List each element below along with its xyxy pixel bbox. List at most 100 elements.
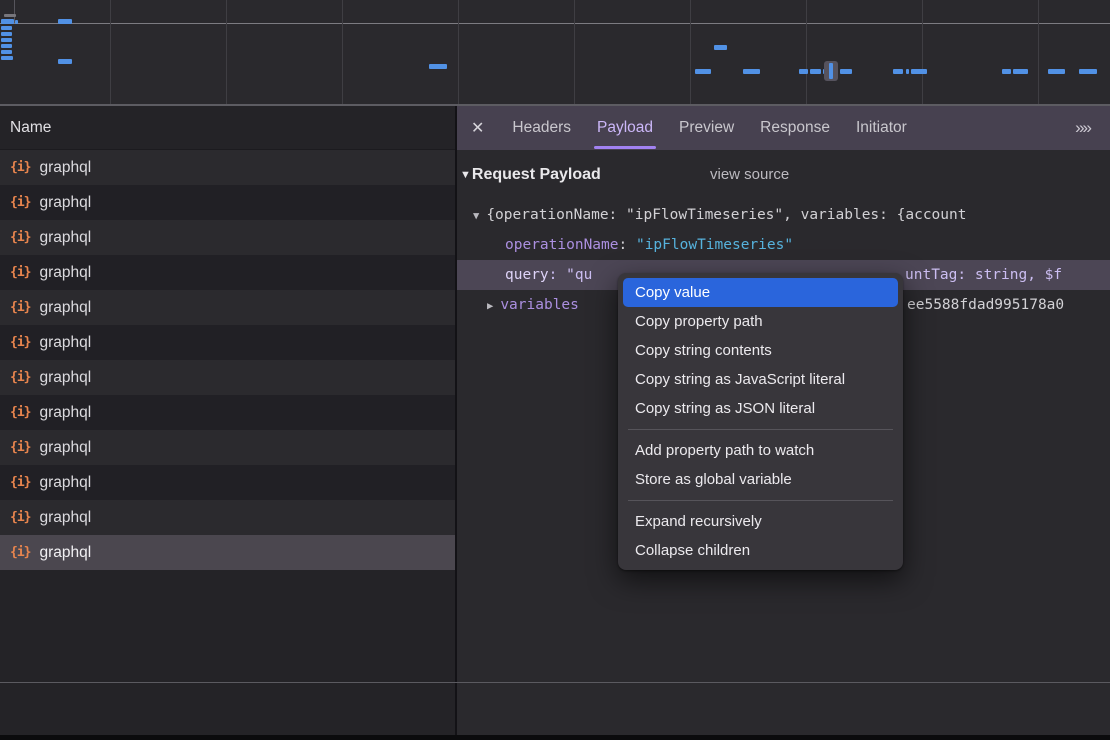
json-braces-icon: {i} — [10, 231, 30, 244]
requests-list: {i} graphql {i} graphql {i} graphql {i} graphql… — [0, 150, 455, 570]
json-braces-icon: {i} — [10, 336, 30, 349]
timeline-gridline — [574, 0, 575, 104]
requests-list-panel: Name {i}graphql{i}graphql{i}graphql{i}gr… — [0, 106, 455, 735]
request-timing-bar[interactable] — [58, 19, 72, 24]
timeline-gridline — [690, 0, 691, 104]
request-timing-bar[interactable] — [911, 69, 927, 74]
request-row-graphql[interactable]: {i}graphql — [0, 185, 455, 220]
request-timing-bar[interactable] — [1048, 69, 1065, 74]
operation-name-row[interactable]: operationName: "ipFlowTimeseries" — [457, 230, 1110, 260]
request-row-graphql[interactable]: {i}graphql — [0, 290, 455, 325]
request-timing-bar[interactable] — [799, 69, 808, 74]
request-row-graphql[interactable]: {i} graphql — [0, 535, 455, 570]
request-timing-bar[interactable] — [1, 44, 12, 48]
request-timing-bar[interactable] — [743, 69, 760, 74]
menu-item-expand-recursively[interactable]: Expand recursively — [623, 507, 898, 536]
menu-separator — [628, 500, 893, 501]
request-row-graphql[interactable]: {i}graphql — [0, 430, 455, 465]
colon: : — [549, 267, 566, 283]
request-timing-bar[interactable] — [840, 69, 852, 74]
request-timing-bar[interactable] — [1, 56, 13, 60]
property-value-continued: ee5588fdad995178a0 — [907, 290, 1064, 320]
more-tabs-icon[interactable]: »» — [1075, 118, 1110, 138]
request-name-label: graphql — [39, 544, 91, 562]
name-column-header[interactable]: Name — [0, 106, 455, 150]
request-timing-bar[interactable] — [1079, 69, 1097, 74]
window-bottom-edge — [0, 735, 1110, 740]
section-title: Request Payload — [472, 166, 601, 184]
menu-item-copy-value[interactable]: Copy value — [623, 278, 898, 307]
context-menu: Copy valueCopy property pathCopy string … — [618, 273, 903, 570]
json-braces-icon: {i} — [10, 476, 30, 489]
menu-item-collapse-children[interactable]: Collapse children — [623, 536, 898, 565]
json-braces-icon: {i} — [10, 371, 30, 384]
json-braces-icon: {i} — [10, 511, 30, 524]
request-timing-bar[interactable] — [58, 59, 72, 64]
selected-request-marker-bar — [829, 63, 833, 79]
timeline-gridline — [1038, 0, 1039, 104]
request-timing-bar[interactable] — [1013, 69, 1028, 74]
request-timing-bar[interactable] — [429, 64, 447, 69]
request-row-graphql[interactable]: {i} graphql — [0, 150, 455, 185]
request-row-graphql[interactable]: {i}graphql — [0, 500, 455, 535]
request-row-graphql[interactable]: {i} graphql — [0, 255, 455, 290]
close-icon[interactable]: ✕ — [457, 118, 499, 138]
property-value-continued: untTag: string, $f — [905, 260, 1062, 290]
selected-request-marker[interactable] — [824, 61, 838, 81]
request-timing-bar[interactable] — [1, 38, 12, 42]
request-timing-bar[interactable] — [15, 20, 18, 24]
timeline-row-divider — [0, 23, 1110, 24]
request-timing-bar[interactable] — [1, 50, 12, 54]
tabs-holder: HeadersPayloadPreviewResponseInitiator — [499, 106, 919, 150]
menu-item-copy-string-contents[interactable]: Copy string contents — [623, 336, 898, 365]
json-braces-icon: {i} — [10, 161, 30, 174]
request-name-label: graphql — [39, 229, 91, 247]
view-source-link[interactable]: view source — [710, 150, 789, 200]
request-name-label: graphql — [39, 159, 91, 177]
timeline-gridline — [922, 0, 923, 104]
summary-divider — [0, 682, 1110, 683]
colon: : — [619, 237, 636, 253]
menu-item-copy-string-as-json-literal[interactable]: Copy string as JSON literal — [623, 394, 898, 423]
tab-initiator[interactable]: Initiator — [843, 106, 920, 150]
request-row-graphql[interactable]: {i}graphql — [0, 360, 455, 395]
request-payload-section-header: ▼ Request Payload view source — [457, 150, 1110, 200]
object-preview-text: {operationName: "ipFlowTimeseries", vari… — [486, 207, 966, 223]
request-timing-bar[interactable] — [714, 45, 727, 50]
request-timing-bar[interactable] — [1, 32, 12, 36]
tab-preview[interactable]: Preview — [666, 106, 747, 150]
network-overview-timeline[interactable] — [0, 0, 1110, 106]
request-timing-bar[interactable] — [695, 69, 711, 74]
json-braces-icon: {i} — [10, 266, 30, 279]
collapsed-arrow-icon[interactable]: ▶ — [487, 300, 493, 312]
request-name-label: graphql — [39, 264, 91, 282]
collapse-arrow-icon[interactable]: ▼ — [460, 169, 471, 181]
json-braces-icon: {i} — [10, 441, 30, 454]
json-braces-icon: {i} — [10, 546, 30, 559]
request-timing-bar[interactable] — [906, 69, 909, 74]
tab-payload[interactable]: Payload — [584, 106, 666, 150]
property-key: query — [505, 267, 549, 283]
request-timing-bar-gray[interactable] — [4, 14, 16, 17]
timeline-gridline — [806, 0, 807, 104]
tab-headers[interactable]: Headers — [499, 106, 584, 150]
property-value: "ipFlowTimeseries" — [636, 237, 793, 253]
request-timing-bar[interactable] — [810, 69, 821, 74]
menu-item-add-property-path-to-watch[interactable]: Add property path to watch — [623, 436, 898, 465]
request-timing-bar[interactable] — [1, 26, 12, 30]
request-name-label: graphql — [39, 194, 91, 212]
expanded-arrow-icon[interactable]: ▼ — [473, 210, 479, 222]
request-row-graphql[interactable]: {i}graphql — [0, 395, 455, 430]
menu-item-copy-string-as-javascript-literal[interactable]: Copy string as JavaScript literal — [623, 365, 898, 394]
request-timing-bar[interactable] — [1002, 69, 1011, 74]
request-row-graphql[interactable]: {i}graphql — [0, 465, 455, 500]
json-braces-icon: {i} — [10, 301, 30, 314]
request-timing-bar[interactable] — [893, 69, 903, 74]
request-row-graphql[interactable]: {i}graphql — [0, 325, 455, 360]
request-timing-bar[interactable] — [1, 19, 14, 24]
payload-root-row[interactable]: ▼ {operationName: "ipFlowTimeseries", var… — [457, 200, 1110, 230]
request-row-graphql[interactable]: {i} graphql — [0, 220, 455, 255]
menu-item-copy-property-path[interactable]: Copy property path — [623, 307, 898, 336]
menu-item-store-as-global-variable[interactable]: Store as global variable — [623, 465, 898, 494]
tab-response[interactable]: Response — [747, 106, 843, 150]
